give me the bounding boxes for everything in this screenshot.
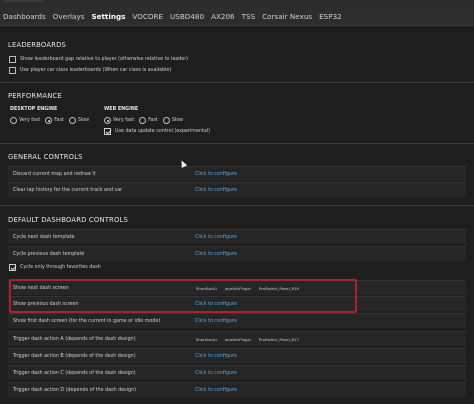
configure-link[interactable]: Click to configure xyxy=(195,172,237,177)
configure-link[interactable]: Click to configure xyxy=(195,388,237,393)
desktop-engine-radio-group: Very fast Fast Slow xyxy=(10,116,94,125)
configure-link[interactable]: Click to configure xyxy=(195,188,237,193)
web-engine-radio-group: Very fast Fast Slow xyxy=(104,116,188,125)
web-engine-title: WEB ENGINE xyxy=(104,107,139,112)
desktop-engine-title: DESKTOP ENGINE xyxy=(10,107,58,112)
control-row: Cycle next dash template Click to config… xyxy=(8,229,466,244)
section-title-general-controls: GENERAL CONTROLS xyxy=(8,153,83,161)
cycle-favorites-label: Cycle only through favorites dash xyxy=(20,265,101,270)
control-row: Trigger dash action D (depends of the da… xyxy=(8,382,466,397)
web-engine-very-fast[interactable]: Very fast xyxy=(104,117,134,124)
radio-button-selected[interactable] xyxy=(104,117,111,124)
tab-bar: Dashboards Overlays Settings VOCORE USBD… xyxy=(0,7,474,26)
radio-button-selected[interactable] xyxy=(45,117,53,124)
control-label: Trigger dash action A (depends of the da… xyxy=(13,336,136,342)
radio-button[interactable] xyxy=(10,117,17,124)
section-title-leaderboards: LEADERBOARDS xyxy=(8,41,67,49)
key-binding-plugin: JoystickPlugin xyxy=(224,336,251,342)
title-glyph xyxy=(3,0,43,2)
section-title-performance: PERFORMANCE xyxy=(8,92,62,100)
car-class-leaderboards-option[interactable]: Use player car class leaderboards (When … xyxy=(9,66,171,75)
web-engine-fast[interactable]: Fast xyxy=(139,117,158,124)
tab-esp32[interactable]: ESP32 xyxy=(319,12,342,21)
key-binding-button: ProSwitch_Panel_B17 xyxy=(258,336,299,342)
settings-panel: LEADERBOARDS Show leaderboard gap relati… xyxy=(0,27,474,404)
radio-label: Slow xyxy=(171,118,184,123)
configure-link[interactable]: Click to configure xyxy=(195,371,237,376)
tab-vocore[interactable]: VOCORE xyxy=(132,12,163,21)
tab-tss[interactable]: TSS xyxy=(242,12,256,21)
control-label: Discard current map and redraw it xyxy=(13,171,96,177)
tab-corsair-nexus[interactable]: Corsair Nexus xyxy=(262,12,312,21)
key-binding[interactable]: ShortAndLi JoystickPlugin ProSwitch_Pane… xyxy=(196,337,307,342)
data-update-control-label: Use data update control (experimental) xyxy=(115,129,210,134)
desktop-engine-very-fast[interactable]: Very fast xyxy=(10,117,40,124)
control-row: Trigger dash action A (depends of the da… xyxy=(8,331,466,346)
leaderboard-gap-option[interactable]: Show leaderboard gap relative to player … xyxy=(9,55,188,64)
desktop-engine-fast[interactable]: Fast xyxy=(45,117,64,124)
radio-label: Fast xyxy=(54,118,64,123)
leaderboard-gap-label: Show leaderboard gap relative to player … xyxy=(20,57,189,62)
radio-button[interactable] xyxy=(139,117,147,124)
tab-settings[interactable]: Settings xyxy=(91,12,125,21)
control-row: Discard current map and redraw it Click … xyxy=(8,166,466,181)
window-title-strip xyxy=(0,0,474,7)
tab-dashboards[interactable]: Dashboards xyxy=(3,12,46,21)
tab-overlays[interactable]: Overlays xyxy=(53,12,85,21)
control-label: Trigger dash action D (depends of the da… xyxy=(13,387,136,393)
divider xyxy=(0,82,474,83)
radio-label: Slow xyxy=(77,118,90,123)
control-row: Trigger dash action B (depends of the da… xyxy=(8,348,466,363)
radio-button[interactable] xyxy=(162,117,170,124)
configure-link[interactable]: Click to configure xyxy=(195,235,237,240)
radio-label: Very fast xyxy=(19,118,41,123)
data-update-control-checkbox[interactable] xyxy=(104,128,111,135)
key-binding-device: ShortAndLi xyxy=(196,336,217,342)
tab-ax206[interactable]: AX206 xyxy=(211,12,235,21)
control-label: Trigger dash action B (depends of the da… xyxy=(13,353,136,359)
section-title-dashboard-controls: DEFAULT DASHBOARD CONTROLS xyxy=(8,216,129,224)
control-label: Clear lap history for the current track … xyxy=(13,187,123,193)
radio-label: Fast xyxy=(148,118,158,123)
car-class-leaderboards-checkbox[interactable] xyxy=(9,67,16,74)
cycle-favorites-option[interactable]: Cycle only through favorites dash xyxy=(9,263,101,272)
desktop-engine-slow[interactable]: Slow xyxy=(68,117,90,124)
control-row: Cycle previous dash template Click to co… xyxy=(8,246,466,261)
configure-link[interactable]: Click to configure xyxy=(195,319,237,324)
control-label: Show first dash screen (for the current … xyxy=(13,318,161,324)
tab-usbd480[interactable]: USBD480 xyxy=(170,12,204,21)
radio-label: Very fast xyxy=(113,118,135,123)
control-row: Show first dash screen (for the current … xyxy=(8,313,466,328)
control-label: Cycle next dash template xyxy=(13,234,75,240)
leaderboard-gap-checkbox[interactable] xyxy=(9,56,16,63)
divider xyxy=(0,205,474,206)
data-update-control-option[interactable]: Use data update control (experimental) xyxy=(104,127,210,136)
radio-button[interactable] xyxy=(68,117,76,124)
configure-link[interactable]: Click to configure xyxy=(195,354,237,359)
car-class-leaderboards-label: Use player car class leaderboards (When … xyxy=(20,68,172,73)
divider xyxy=(0,143,474,144)
control-row: Clear lap history for the current track … xyxy=(8,182,466,197)
control-row: Trigger dash action C (depends of the da… xyxy=(8,365,466,380)
cycle-favorites-checkbox[interactable] xyxy=(9,264,16,271)
highlight-box xyxy=(9,279,357,313)
web-engine-slow[interactable]: Slow xyxy=(162,117,184,124)
control-label: Cycle previous dash template xyxy=(13,251,85,257)
configure-link[interactable]: Click to configure xyxy=(195,252,237,257)
control-label: Trigger dash action C (depends of the da… xyxy=(13,370,136,376)
